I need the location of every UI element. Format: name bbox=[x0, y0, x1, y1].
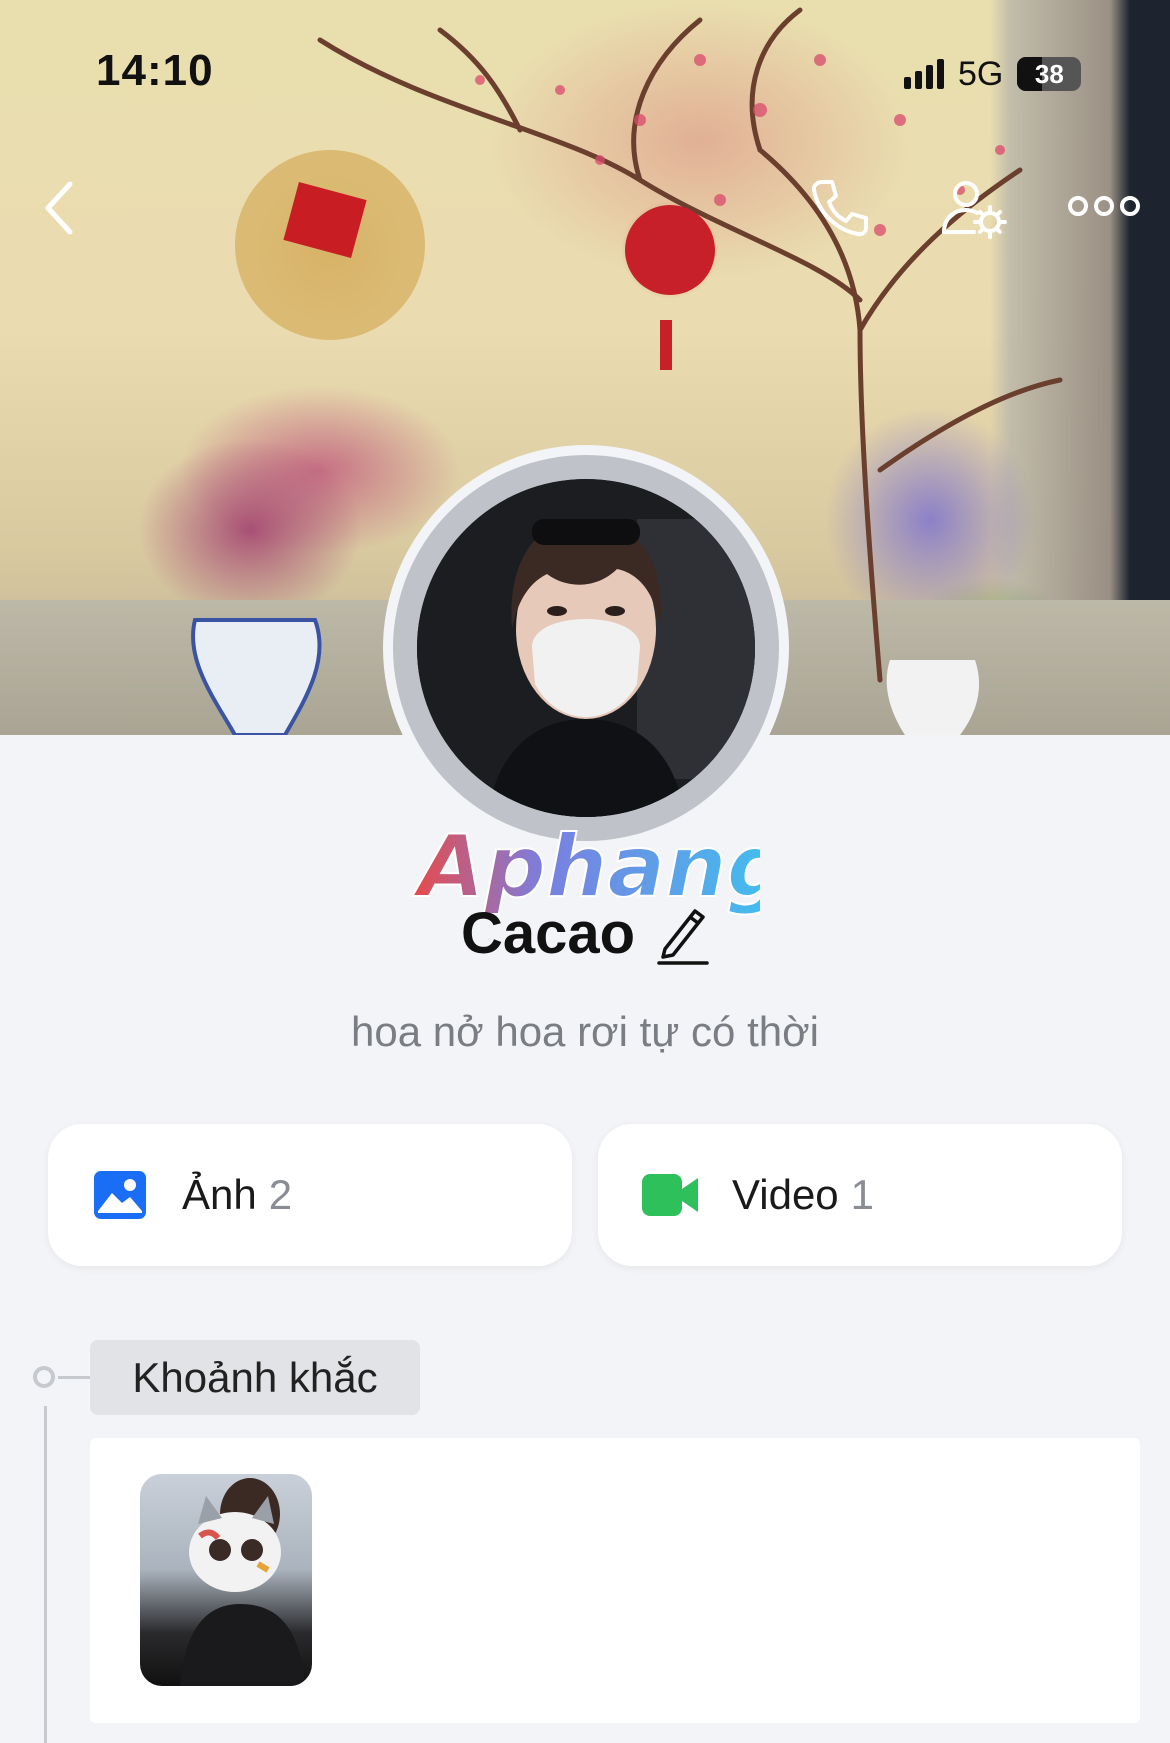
battery-icon: 38 bbox=[1017, 57, 1082, 91]
timeline-connector bbox=[58, 1376, 92, 1379]
moments-card bbox=[90, 1438, 1140, 1723]
edit-name-button[interactable] bbox=[657, 903, 709, 965]
more-dots-icon bbox=[1068, 196, 1140, 216]
video-camera-icon bbox=[642, 1174, 698, 1216]
chevron-left-icon bbox=[45, 181, 73, 235]
videos-label: Video bbox=[732, 1171, 839, 1218]
user-gear-icon bbox=[942, 181, 1007, 239]
photos-card[interactable]: Ảnh 2 bbox=[48, 1124, 572, 1266]
avatar[interactable] bbox=[417, 479, 755, 817]
profile-name: Cacao bbox=[460, 901, 636, 966]
photos-label: Ảnh bbox=[182, 1171, 257, 1218]
name-row: Cacao bbox=[0, 900, 1170, 967]
moments-title: Khoảnh khắc bbox=[90, 1340, 420, 1415]
battery-level: 38 bbox=[1034, 58, 1064, 89]
call-button[interactable] bbox=[808, 176, 872, 240]
signal-icon bbox=[904, 59, 944, 89]
back-button[interactable] bbox=[40, 180, 80, 236]
moment-thumbnail-image bbox=[180, 1478, 305, 1686]
photos-count: 2 bbox=[268, 1171, 293, 1218]
status-time: 14:10 bbox=[96, 46, 214, 95]
profile-bio: hoa nở hoa rơi tự có thời bbox=[351, 1008, 819, 1055]
network-type: 5G bbox=[958, 54, 1004, 93]
pencil-icon bbox=[657, 908, 709, 965]
friend-settings-button[interactable] bbox=[940, 176, 1008, 240]
timeline-line bbox=[44, 1406, 47, 1743]
timeline-dot bbox=[33, 1366, 55, 1388]
videos-count: 1 bbox=[850, 1171, 875, 1218]
status-indicators: 5G 38 bbox=[904, 54, 1082, 94]
more-button[interactable] bbox=[1066, 190, 1142, 222]
phone-icon bbox=[811, 180, 868, 237]
avatar-portrait bbox=[417, 479, 755, 817]
image-icon bbox=[94, 1171, 146, 1219]
moment-thumbnail[interactable] bbox=[140, 1474, 312, 1686]
videos-card[interactable]: Video 1 bbox=[598, 1124, 1122, 1266]
